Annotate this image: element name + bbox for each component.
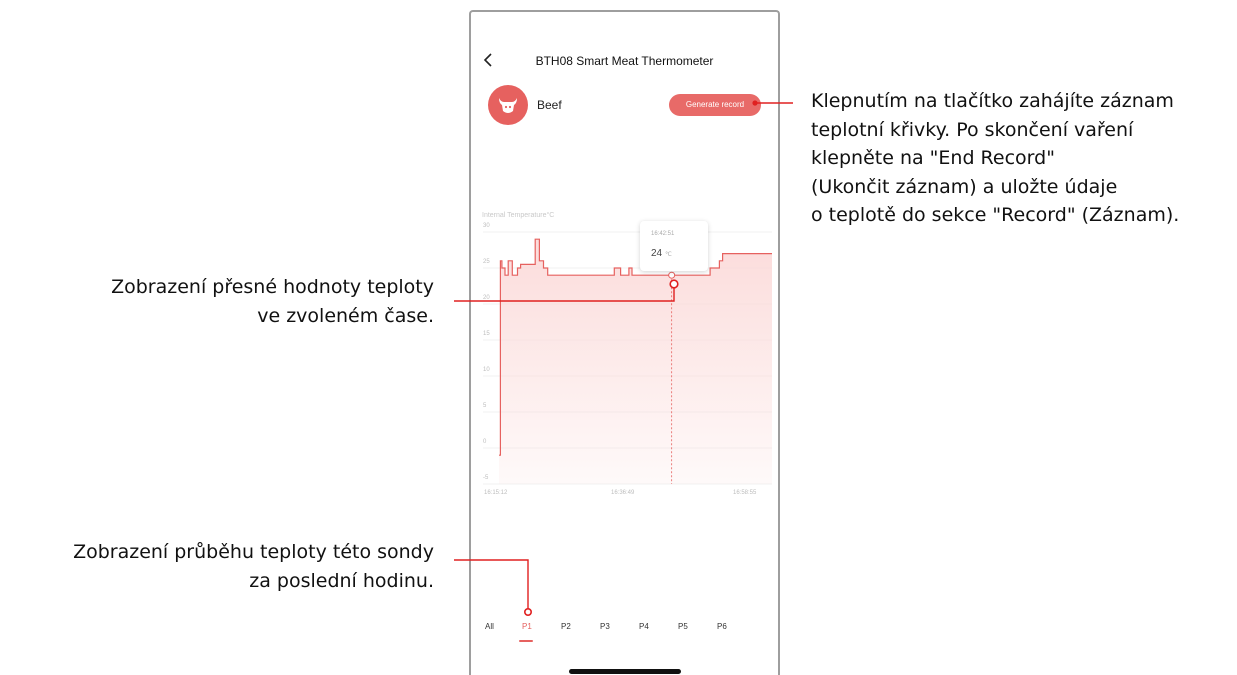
tooltip-time: 16:42:51 <box>651 231 675 237</box>
tooltip-value: 24 ℃ <box>651 248 672 259</box>
annotation-generate-record: Klepnutím na tlačítko zahájíte záznam te… <box>811 90 1180 226</box>
tab-p5[interactable]: P5 <box>678 622 688 631</box>
tab-p3[interactable]: P3 <box>600 622 610 631</box>
temperature-chart[interactable] <box>471 12 780 675</box>
annotation-probe-history: Zobrazení průběhu teploty této sondy za … <box>73 541 434 592</box>
phone-screen: BTH08 Smart Meat Thermometer Beef Genera… <box>469 10 780 675</box>
annotation-exact-value: Zobrazení přesné hodnoty teploty ve zvol… <box>111 276 434 327</box>
tab-p4[interactable]: P4 <box>639 622 649 631</box>
selected-point <box>668 271 676 279</box>
chart-tooltip: 16:42:51 24 ℃ <box>640 221 708 271</box>
home-indicator <box>569 669 681 674</box>
active-tab-indicator <box>519 640 533 642</box>
tab-p2[interactable]: P2 <box>561 622 571 631</box>
probe-tabs: All P1 P2 P3 P4 P5 P6 <box>471 622 778 642</box>
tab-all[interactable]: All <box>485 622 494 631</box>
temperature-area <box>499 239 772 484</box>
tab-p1[interactable]: P1 <box>522 622 532 631</box>
tab-p6[interactable]: P6 <box>717 622 727 631</box>
